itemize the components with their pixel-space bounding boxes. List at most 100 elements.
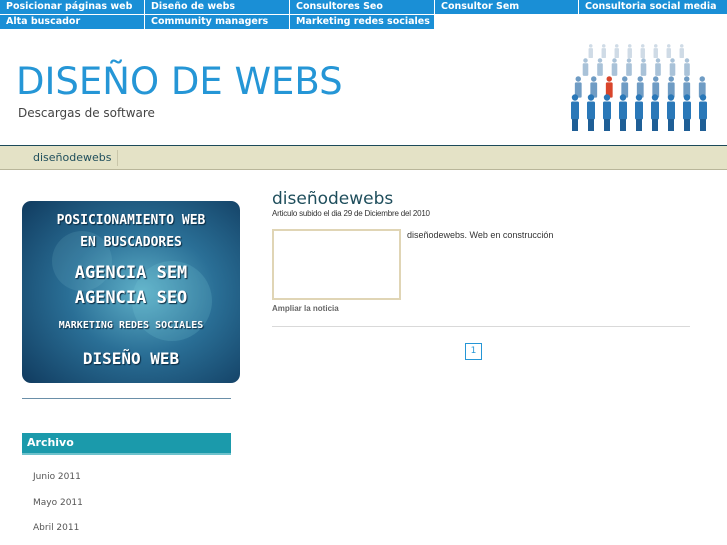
person-head bbox=[614, 44, 619, 48]
archive-link[interactable]: Abril 2011 bbox=[33, 523, 79, 533]
person-body bbox=[679, 48, 684, 59]
person-head bbox=[699, 76, 705, 82]
person-body bbox=[666, 48, 671, 59]
person-head bbox=[683, 94, 691, 101]
person-head bbox=[626, 58, 632, 63]
nav-item-marketing-redes-sociales[interactable]: Marketing redes sociales bbox=[290, 15, 434, 29]
person-head bbox=[622, 76, 628, 82]
menu-item-disenodewebs[interactable]: diseñodewebs bbox=[27, 150, 119, 166]
nav-item-community-managers[interactable]: Community managers bbox=[145, 15, 289, 29]
person-head bbox=[667, 94, 675, 101]
person-body bbox=[667, 101, 675, 120]
archive-heading-underline bbox=[22, 453, 231, 455]
person-legs bbox=[668, 119, 674, 131]
person-head bbox=[588, 44, 593, 48]
person-legs bbox=[652, 119, 658, 131]
archive-link[interactable]: Junio 2011 bbox=[33, 472, 81, 482]
person-body bbox=[619, 101, 627, 120]
person-body bbox=[611, 63, 618, 76]
nav-item-posicionar-paginas-web[interactable]: Posicionar páginas web bbox=[0, 0, 144, 14]
person-legs bbox=[604, 119, 610, 131]
person-head bbox=[635, 94, 643, 101]
person-head bbox=[601, 44, 606, 48]
banner-line: POSICIONAMIENTO WEB bbox=[56, 213, 206, 228]
person-head bbox=[587, 94, 595, 101]
person-body bbox=[699, 101, 707, 120]
person-head bbox=[583, 58, 588, 63]
person-head bbox=[684, 76, 690, 82]
person-body bbox=[587, 101, 595, 120]
person-body bbox=[640, 48, 645, 59]
person-head bbox=[670, 58, 675, 63]
banner-line: EN BUSCADORES bbox=[80, 235, 182, 250]
person-body bbox=[635, 101, 643, 120]
person-head bbox=[637, 76, 643, 82]
site-subtitle: Descargas de software bbox=[18, 106, 155, 120]
pagination-page-button[interactable]: 1 bbox=[465, 343, 482, 360]
services-banner[interactable]: POSICIONAMIENTO WEB EN BUSCADORES AGENCI… bbox=[22, 201, 240, 383]
post-thumbnail[interactable] bbox=[272, 229, 401, 300]
person-body bbox=[597, 63, 603, 76]
person-legs bbox=[620, 119, 626, 131]
person-body bbox=[653, 48, 658, 59]
person-head bbox=[641, 58, 646, 63]
person-head bbox=[653, 76, 659, 82]
person-head bbox=[640, 44, 645, 48]
person-legs bbox=[684, 119, 690, 131]
person-body bbox=[684, 63, 690, 76]
banner-line: MARKETING REDES SOCIALES bbox=[58, 320, 204, 331]
banner-line: AGENCIA SEM bbox=[74, 263, 188, 283]
person-body bbox=[651, 101, 659, 120]
person-body bbox=[626, 63, 632, 76]
nav-item-diseno-de-webs[interactable]: Diseño de webs bbox=[145, 0, 289, 14]
person-head bbox=[612, 58, 617, 63]
person-head bbox=[627, 44, 632, 48]
post-title[interactable]: diseñodewebs bbox=[272, 189, 393, 209]
post-divider bbox=[272, 326, 690, 327]
person-head bbox=[668, 76, 674, 82]
person-head bbox=[619, 94, 627, 101]
read-more-link[interactable]: Ampliar la noticia bbox=[272, 304, 339, 313]
person-legs bbox=[636, 119, 642, 131]
sidebar-divider bbox=[22, 398, 231, 399]
person-legs bbox=[700, 119, 706, 131]
main-menu-bar: diseñodewebs bbox=[0, 145, 727, 170]
person-head bbox=[591, 76, 597, 82]
person-body bbox=[601, 48, 606, 59]
person-body bbox=[571, 101, 579, 120]
archive-heading: Archivo bbox=[22, 433, 231, 453]
person-head bbox=[666, 44, 671, 48]
banner-line: DISEÑO WEB bbox=[82, 349, 180, 368]
person-legs bbox=[588, 119, 594, 131]
person-head bbox=[655, 58, 661, 63]
post-excerpt: diseñodewebs. Web en construcción bbox=[407, 230, 554, 240]
nav-item-consultores-seo[interactable]: Consultores Seo bbox=[290, 0, 434, 14]
person-head bbox=[597, 58, 603, 63]
person-body bbox=[640, 63, 647, 76]
person-legs bbox=[572, 119, 578, 131]
top-nav: Posicionar páginas web Diseño de webs Co… bbox=[0, 0, 727, 30]
person-body bbox=[582, 63, 589, 76]
person-body bbox=[588, 48, 593, 59]
person-head bbox=[603, 94, 611, 101]
person-body bbox=[655, 63, 661, 76]
person-head bbox=[575, 76, 581, 82]
post-meta: Articulo subido el dia 29 de Diciembre d… bbox=[272, 209, 430, 218]
nav-item-consultor-sem[interactable]: Consultor Sem bbox=[435, 0, 578, 14]
nav-item-alta-buscador[interactable]: Alta buscador bbox=[0, 15, 144, 29]
site-title[interactable]: DISEÑO DE WEBS bbox=[16, 60, 343, 103]
person-body bbox=[683, 101, 691, 120]
archive-link[interactable]: Mayo 2011 bbox=[33, 498, 83, 508]
person-head bbox=[606, 76, 612, 82]
person-head bbox=[679, 44, 684, 48]
nav-item-consultoria-social-media[interactable]: Consultoria social media bbox=[579, 0, 727, 14]
person-head bbox=[699, 94, 707, 101]
person-body bbox=[669, 63, 676, 76]
banner-line: AGENCIA SEO bbox=[74, 288, 188, 308]
person-body bbox=[603, 101, 611, 120]
person-head bbox=[651, 94, 659, 101]
person-body bbox=[614, 48, 619, 59]
person-head bbox=[571, 94, 579, 101]
person-body bbox=[627, 48, 632, 59]
person-head bbox=[684, 58, 690, 63]
